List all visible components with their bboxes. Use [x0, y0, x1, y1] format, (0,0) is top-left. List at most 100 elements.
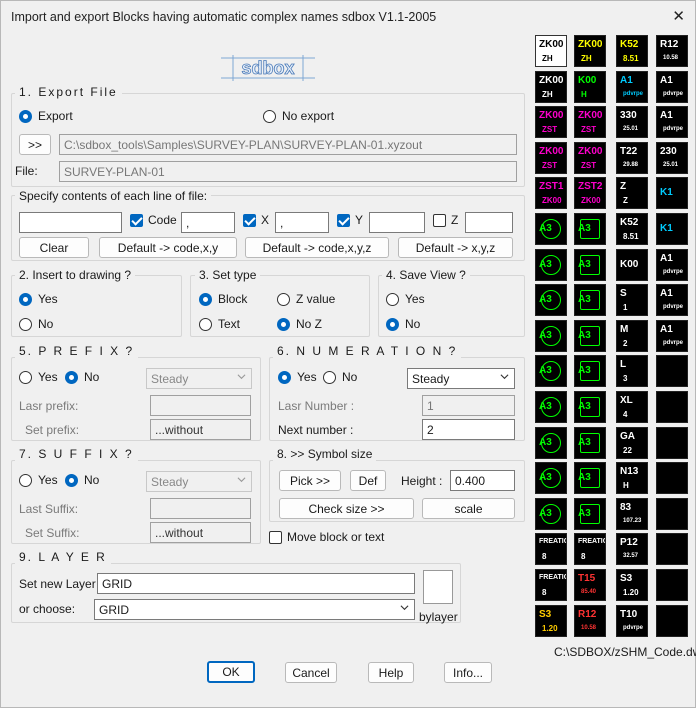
numeration-no-radio[interactable]: No	[323, 370, 357, 384]
close-icon[interactable]: ✕	[672, 7, 685, 25]
saveview-no-radio[interactable]: No	[386, 317, 420, 331]
block-preview-cell[interactable]: ZST1 ZK00	[535, 177, 567, 209]
export-radio[interactable]: Export	[19, 109, 73, 123]
default-xyz-button[interactable]: Default -> x,y,z	[398, 237, 513, 258]
block-preview-cell[interactable]: M2	[616, 320, 648, 352]
block-preview-cell[interactable]: A3	[574, 320, 606, 352]
zvalue-radio[interactable]: Z value	[277, 292, 335, 306]
block-preview-cell[interactable]: A3	[535, 284, 567, 316]
y-checkbox[interactable]: Y	[337, 213, 363, 227]
block-preview-cell[interactable]: XL 4	[616, 391, 648, 423]
block-preview-cell[interactable]: K00	[616, 249, 648, 281]
block-radio[interactable]: Block	[199, 292, 247, 306]
layer-color-swatch[interactable]	[423, 570, 453, 604]
block-preview-cell[interactable]: A3	[574, 391, 606, 423]
block-preview-cell[interactable]: ZK00 ZH	[535, 35, 567, 67]
height-field[interactable]: 0.400	[450, 470, 515, 491]
block-preview-cell[interactable]: A3	[574, 355, 606, 387]
block-preview-cell[interactable]: ZK00 ZST	[535, 106, 567, 138]
block-preview-cell[interactable]: FREATIO 8	[535, 533, 567, 565]
block-preview-cell[interactable]: A1 pdvrpe	[656, 284, 688, 316]
numeration-yes-radio[interactable]: Yes	[278, 370, 317, 384]
block-preview-cell[interactable]: S1	[616, 284, 648, 316]
block-preview-cell[interactable]: A3	[535, 427, 567, 459]
block-preview-cell[interactable]: K00 H	[574, 71, 606, 103]
check-size-button[interactable]: Check size >>	[279, 498, 414, 519]
block-preview-cell[interactable]: S3 1.20	[535, 605, 567, 637]
block-preview-cell[interactable]: ZK00 ZH	[535, 71, 567, 103]
block-preview-cell[interactable]: K52 8.51	[616, 35, 648, 67]
block-preview-cell[interactable]	[656, 605, 688, 637]
block-preview-cell[interactable]: GA 22	[616, 427, 648, 459]
prefix-no-radio[interactable]: No	[65, 370, 99, 384]
ok-button[interactable]: OK	[207, 661, 255, 683]
suffix-yes-radio[interactable]: Yes	[19, 473, 58, 487]
block-preview-cell[interactable]	[656, 462, 688, 494]
block-preview-cell[interactable]: T15 85.40	[574, 569, 606, 601]
separator-field-2[interactable]: ,	[275, 212, 329, 233]
x-checkbox[interactable]: X	[243, 213, 269, 227]
clear-button[interactable]: Clear	[19, 237, 89, 258]
block-preview-cell[interactable]: A3	[535, 249, 567, 281]
block-preview-cell[interactable]: A3	[574, 213, 606, 245]
block-preview-cell[interactable]: ZK00 ZST	[574, 142, 606, 174]
info-button[interactable]: Info...	[444, 662, 492, 683]
block-preview-cell[interactable]: P12 32.57	[616, 533, 648, 565]
pick-button[interactable]: Pick >>	[279, 470, 341, 491]
last-prefix-field[interactable]	[150, 395, 251, 416]
block-preview-cell[interactable]: L3	[616, 355, 648, 387]
z-checkbox[interactable]: Z	[433, 213, 458, 227]
prefix-mode-select[interactable]: Steady	[146, 368, 252, 389]
set-suffix-field[interactable]: ...without	[150, 522, 251, 543]
block-preview-cell[interactable]	[656, 355, 688, 387]
block-preview-cell[interactable]: A3	[574, 249, 606, 281]
block-preview-cell[interactable]: A1 pdvrpe	[656, 320, 688, 352]
block-preview-cell[interactable]: T10 pdvrpe	[616, 605, 648, 637]
last-number-field[interactable]: 1	[422, 395, 515, 416]
block-preview-cell[interactable]: A3	[574, 427, 606, 459]
saveview-yes-radio[interactable]: Yes	[386, 292, 425, 306]
block-preview-cell[interactable]: FREATIO 8	[574, 533, 606, 565]
block-preview-cell[interactable]: A3	[574, 462, 606, 494]
block-preview-cell[interactable]: ZK00 ZST	[574, 106, 606, 138]
suffix-no-radio[interactable]: No	[65, 473, 99, 487]
suffix-mode-select[interactable]: Steady	[146, 471, 252, 492]
block-preview-cell[interactable]: R12 10.58	[656, 35, 688, 67]
z-field[interactable]	[465, 212, 513, 233]
move-block-checkbox[interactable]: Move block or text	[269, 530, 384, 544]
scale-button[interactable]: scale	[422, 498, 515, 519]
insert-yes-radio[interactable]: Yes	[19, 292, 58, 306]
set-prefix-field[interactable]: ...without	[150, 419, 251, 440]
browse-button[interactable]: >>	[19, 134, 51, 155]
block-preview-cell[interactable]: R12 10.58	[574, 605, 606, 637]
block-preview-cell[interactable]: A3	[574, 284, 606, 316]
cancel-button[interactable]: Cancel	[285, 662, 337, 683]
block-preview-cell[interactable]	[656, 391, 688, 423]
block-preview-cell[interactable]: S3 1.20	[616, 569, 648, 601]
help-button[interactable]: Help	[368, 662, 414, 683]
y-field[interactable]	[369, 212, 425, 233]
block-preview-cell[interactable]: A3	[535, 498, 567, 530]
block-preview-cell[interactable]	[656, 498, 688, 530]
block-preview-cell[interactable]: A3	[535, 462, 567, 494]
block-preview-cell[interactable]: A1 pdvrpe	[616, 71, 648, 103]
block-preview-cell[interactable]: A3	[535, 391, 567, 423]
block-preview-cell[interactable]: 83 107.23	[616, 498, 648, 530]
block-preview-cell[interactable]: A1 pdvrpe	[656, 249, 688, 281]
block-preview-cell[interactable]	[656, 533, 688, 565]
default-code-xy-button[interactable]: Default -> code,x,y	[99, 237, 237, 258]
block-preview-cell[interactable]: K1	[656, 213, 688, 245]
text-radio[interactable]: Text	[199, 317, 240, 331]
insert-no-radio[interactable]: No	[19, 317, 53, 331]
layer-name-field[interactable]: GRID	[97, 573, 415, 594]
block-preview-cell[interactable]: 230 25.01	[656, 142, 688, 174]
block-preview-cell[interactable]: A3	[574, 498, 606, 530]
block-preview-cell[interactable]: A3	[535, 213, 567, 245]
code-checkbox[interactable]: Code	[130, 213, 177, 227]
block-preview-cell[interactable]: ZZ	[616, 177, 648, 209]
last-suffix-field[interactable]	[150, 498, 251, 519]
block-preview-cell[interactable]: 330 25.01	[616, 106, 648, 138]
def-button[interactable]: Def	[350, 470, 386, 491]
block-preview-cell[interactable]	[656, 569, 688, 601]
block-preview-cell[interactable]: FREATIO 8	[535, 569, 567, 601]
